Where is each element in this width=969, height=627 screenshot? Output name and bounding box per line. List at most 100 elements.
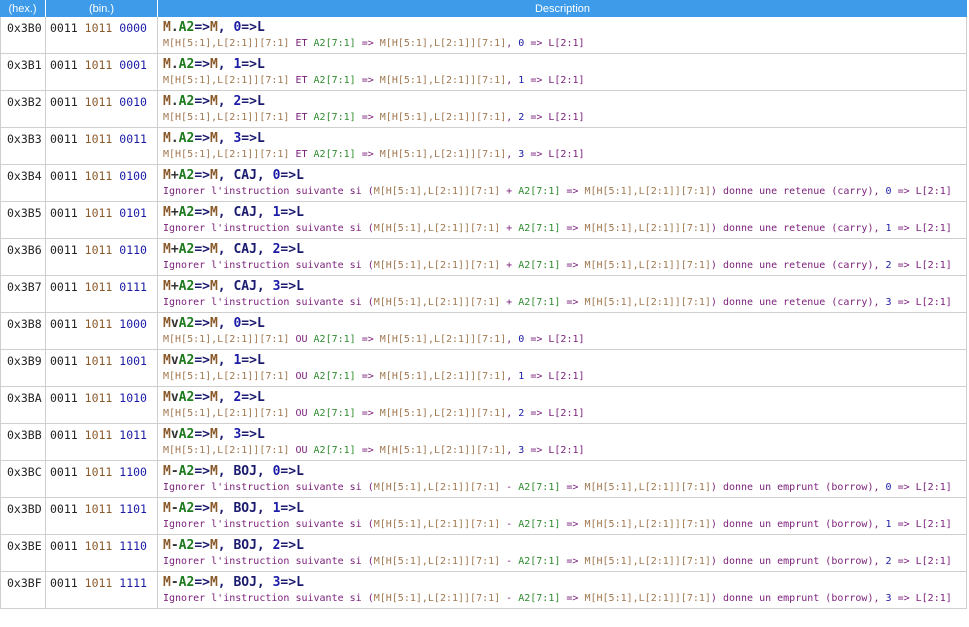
table-row: 0x3B6 0011 1011 0110 M+A2=>M, CAJ, 2=>L Ign… (0, 239, 967, 276)
mnemonic-token: M (209, 242, 218, 257)
mnemonic-token: L (296, 279, 304, 294)
mnemonic-token: => (241, 131, 257, 146)
mnemonic-token: => (194, 575, 210, 590)
mnemonic-token: L (256, 131, 265, 146)
opcode-binary: 0011 1011 0100 (46, 165, 158, 202)
opcode-hex: 0x3BF (0, 572, 46, 609)
mnemonic-token: => (194, 20, 210, 35)
instruction-mnemonic: M-A2=>M, BOJ, 3=>L (163, 574, 966, 592)
instruction-mnemonic: M.A2=>M, 0=>L (163, 19, 966, 37)
instruction-detail: Ignorer l'instruction suivante si (M[H[5… (163, 297, 952, 308)
table-row: 0x3B5 0011 1011 0101 M+A2=>M, CAJ, 1=>L Ign… (0, 202, 967, 239)
instruction-mnemonic: M.A2=>M, 2=>L (163, 93, 966, 111)
binary-nibble: 0011 (50, 428, 78, 442)
opcode-hex: 0x3B6 (0, 239, 46, 276)
mnemonic-token: A2 (178, 464, 195, 479)
mnemonic-token: v (170, 353, 179, 368)
instruction-detail: M[H[5:1],L[2:1]][7:1] OU A2[7:1] => M[H[… (163, 445, 585, 456)
binary-nibble: 0011 (119, 132, 147, 146)
mnemonic-token: => (194, 279, 210, 294)
mnemonic-token: A2 (178, 538, 195, 553)
mnemonic-token: M (209, 575, 218, 590)
table-row: 0x3B8 0011 1011 1000 MvA2=>M, 0=>L M[H[5:1]… (0, 313, 967, 350)
instruction-mnemonic: M+A2=>M, CAJ, 3=>L (163, 278, 966, 296)
mnemonic-token: M (209, 57, 218, 72)
opcode-hex: 0x3B3 (0, 128, 46, 165)
mnemonic-token: M (209, 279, 218, 294)
mnemonic-token: L (256, 353, 265, 368)
mnemonic-token: M (163, 427, 171, 442)
mnemonic-token: => (241, 353, 257, 368)
mnemonic-token: v (170, 427, 179, 442)
binary-nibble: 0011 (50, 95, 78, 109)
mnemonic-token: - (170, 575, 179, 590)
mnemonic-token: L (256, 427, 265, 442)
opcode-binary: 0011 1011 0101 (46, 202, 158, 239)
table-row: 0x3BE 0011 1011 1110 M-A2=>M, BOJ, 2=>L Ign… (0, 535, 967, 572)
instruction-description: M-A2=>M, BOJ, 1=>L Ignorer l'instruction … (158, 498, 967, 535)
table-header-row: (hex.) (bin.) Description (0, 0, 967, 17)
binary-nibble: 1011 (84, 539, 113, 553)
opcode-binary: 0011 1011 0001 (46, 54, 158, 91)
opcode-hex: 0x3B5 (0, 202, 46, 239)
mnemonic-token: => (241, 316, 257, 331)
binary-nibble: 0010 (119, 95, 147, 109)
binary-nibble: 1011 (119, 428, 147, 442)
mnemonic-token: , CAJ, (217, 168, 273, 183)
opcode-hex: 0x3BC (0, 461, 46, 498)
mnemonic-token: => (241, 427, 257, 442)
instruction-mnemonic: MvA2=>M, 1=>L (163, 352, 966, 370)
instruction-detail: Ignorer l'instruction suivante si (M[H[5… (163, 223, 952, 234)
mnemonic-token: => (194, 353, 210, 368)
instruction-description: MvA2=>M, 3=>L M[H[5:1],L[2:1]][7:1] OU A2… (158, 424, 967, 461)
opcode-binary: 0011 1011 0011 (46, 128, 158, 165)
binary-nibble: 0101 (119, 206, 147, 220)
mnemonic-token: => (194, 390, 210, 405)
mnemonic-token: => (241, 390, 257, 405)
binary-nibble: 0011 (50, 21, 78, 35)
mnemonic-token: M (163, 168, 171, 183)
binary-nibble: 1011 (84, 428, 113, 442)
mnemonic-token: M (209, 131, 218, 146)
binary-nibble: 1000 (119, 317, 147, 331)
instruction-description: M+A2=>M, CAJ, 1=>L Ignorer l'instruction … (158, 202, 967, 239)
binary-nibble: 0100 (119, 169, 147, 183)
opcode-binary: 0011 1011 1001 (46, 350, 158, 387)
opcode-binary: 0011 1011 1111 (46, 572, 158, 609)
instruction-description: M.A2=>M, 3=>L M[H[5:1],L[2:1]][7:1] ET A2… (158, 128, 967, 165)
header-bin: (bin.) (46, 0, 158, 17)
mnemonic-token: => (280, 464, 297, 479)
instruction-detail: Ignorer l'instruction suivante si (M[H[5… (163, 556, 952, 567)
table-row: 0x3BB 0011 1011 1011 MvA2=>M, 3=>L M[H[5:1]… (0, 424, 967, 461)
mnemonic-token: M (163, 353, 171, 368)
opcode-binary: 0011 1011 1100 (46, 461, 158, 498)
mnemonic-token: , (217, 57, 234, 72)
mnemonic-token: => (280, 575, 297, 590)
binary-nibble: 1011 (84, 280, 113, 294)
opcode-binary: 0011 1011 0110 (46, 239, 158, 276)
instruction-detail: M[H[5:1],L[2:1]][7:1] ET A2[7:1] => M[H[… (163, 75, 585, 86)
mnemonic-token: , (217, 131, 234, 146)
binary-nibble: 1011 (84, 354, 113, 368)
mnemonic-token: M (209, 427, 218, 442)
mnemonic-token: => (194, 427, 210, 442)
mnemonic-token: L (296, 538, 304, 553)
mnemonic-token: . (170, 57, 179, 72)
mnemonic-token: => (280, 242, 297, 257)
instruction-description: M+A2=>M, CAJ, 2=>L Ignorer l'instruction … (158, 239, 967, 276)
binary-nibble: 1011 (84, 132, 113, 146)
instruction-detail: M[H[5:1],L[2:1]][7:1] ET A2[7:1] => M[H[… (163, 112, 585, 123)
instruction-detail: Ignorer l'instruction suivante si (M[H[5… (163, 260, 952, 271)
binary-nibble: 1011 (84, 95, 113, 109)
opcode-hex: 0x3B2 (0, 91, 46, 128)
mnemonic-token: M (209, 94, 218, 109)
binary-nibble: 1011 (84, 243, 113, 257)
mnemonic-token: => (280, 168, 297, 183)
opcode-hex: 0x3B9 (0, 350, 46, 387)
instruction-detail: Ignorer l'instruction suivante si (M[H[5… (163, 519, 952, 530)
mnemonic-token: , (217, 390, 234, 405)
binary-nibble: 0111 (119, 280, 147, 294)
mnemonic-token: M (209, 464, 218, 479)
instruction-detail: Ignorer l'instruction suivante si (M[H[5… (163, 593, 952, 604)
instruction-detail: Ignorer l'instruction suivante si (M[H[5… (163, 186, 952, 197)
